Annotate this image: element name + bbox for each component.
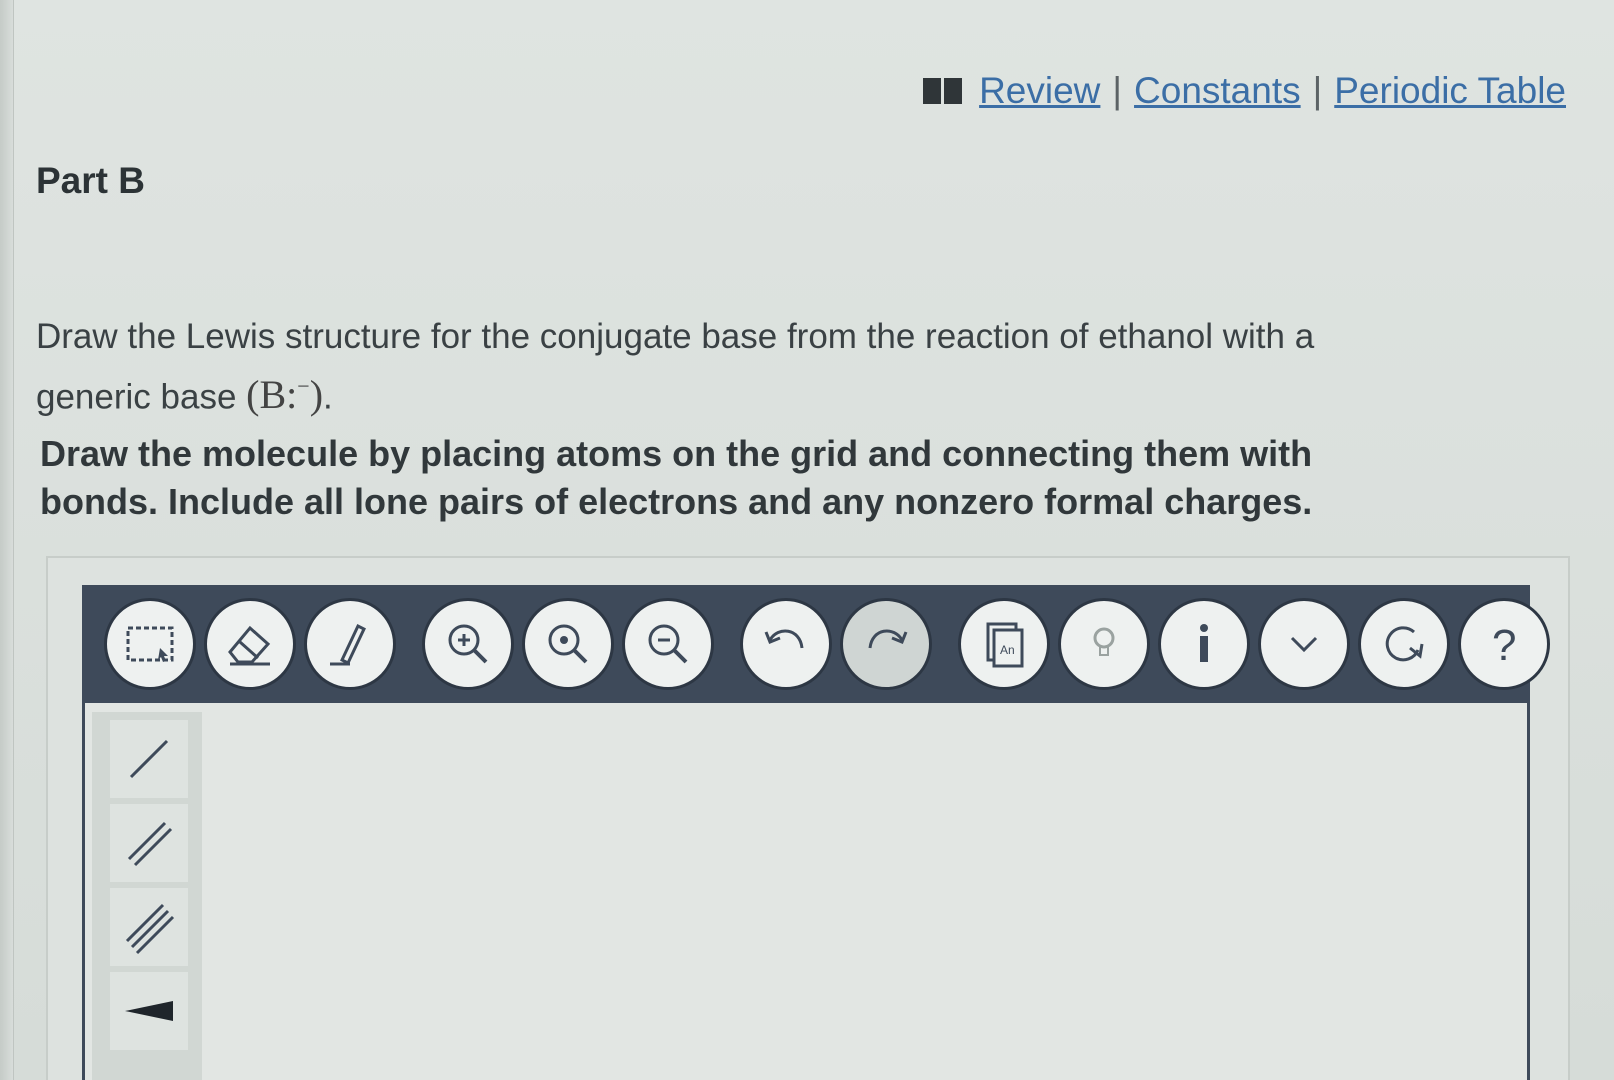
drawing-toolbar: An ?	[82, 585, 1550, 703]
double-bond-icon	[127, 821, 173, 867]
hint-bulb-icon	[1093, 627, 1115, 656]
triple-bond-icon	[125, 903, 175, 955]
triple-bond-button[interactable]	[110, 888, 188, 966]
marquee-select-icon	[126, 626, 174, 662]
zoom-in-button[interactable]	[422, 598, 514, 690]
eraser-button[interactable]	[204, 598, 296, 690]
svg-text:?: ?	[1492, 621, 1516, 670]
drawing-canvas[interactable]	[82, 703, 1530, 1080]
wedge-bond-icon	[125, 1001, 173, 1021]
instructions-text: Draw the molecule by placing atoms on th…	[40, 433, 1313, 522]
templates-button[interactable]: An	[958, 598, 1050, 690]
help-icon: ?	[1492, 621, 1516, 670]
constants-link[interactable]: Constants	[1134, 70, 1301, 112]
marquee-select-button[interactable]	[104, 598, 196, 690]
double-bond-button[interactable]	[110, 804, 188, 882]
part-title: Part B	[36, 160, 145, 201]
wedge-bond-button[interactable]	[110, 972, 188, 1050]
periodic-table-link[interactable]: Periodic Table	[1334, 70, 1566, 112]
question-line-1: Draw the Lewis structure for the conjuga…	[36, 317, 1315, 356]
more-options-button[interactable]	[1258, 598, 1350, 690]
info-button[interactable]	[1158, 598, 1250, 690]
bond-palette	[92, 712, 202, 1080]
svg-text:An: An	[1000, 643, 1015, 657]
pencil-icon	[330, 623, 366, 666]
link-separator: |	[1312, 70, 1323, 111]
resource-links: Review | Constants | Periodic Table	[923, 70, 1566, 112]
zoom-in-icon	[448, 624, 488, 664]
base-formula: (B:−)	[246, 372, 324, 418]
question-line-2-suffix: .	[323, 377, 333, 417]
question-text: Draw the Lewis structure for the conjuga…	[36, 312, 1436, 422]
zoom-fit-icon	[548, 624, 588, 664]
pencil-button[interactable]	[304, 598, 396, 690]
help-button[interactable]: ?	[1458, 598, 1550, 690]
redo-icon	[868, 629, 908, 649]
review-link[interactable]: Review	[979, 70, 1100, 112]
chevron-down-icon	[1290, 636, 1318, 653]
book-icon	[923, 78, 963, 104]
eraser-icon	[228, 625, 271, 666]
undo-icon	[764, 629, 804, 649]
window-left-edge	[0, 0, 14, 1080]
redo-button[interactable]	[840, 598, 932, 690]
link-separator: |	[1112, 70, 1123, 111]
reset-button[interactable]	[1358, 598, 1450, 690]
zoom-fit-button[interactable]	[522, 598, 614, 690]
templates-icon: An	[986, 622, 1024, 668]
hint-button[interactable]	[1058, 598, 1150, 690]
single-bond-button[interactable]	[110, 720, 188, 798]
zoom-out-icon	[648, 624, 688, 664]
reset-icon	[1385, 626, 1424, 662]
question-line-2-prefix: generic base	[36, 377, 247, 417]
info-icon	[1200, 624, 1208, 662]
zoom-out-button[interactable]	[622, 598, 714, 690]
single-bond-icon	[129, 739, 169, 779]
undo-button[interactable]	[740, 598, 832, 690]
formula-charge: −	[297, 374, 310, 399]
